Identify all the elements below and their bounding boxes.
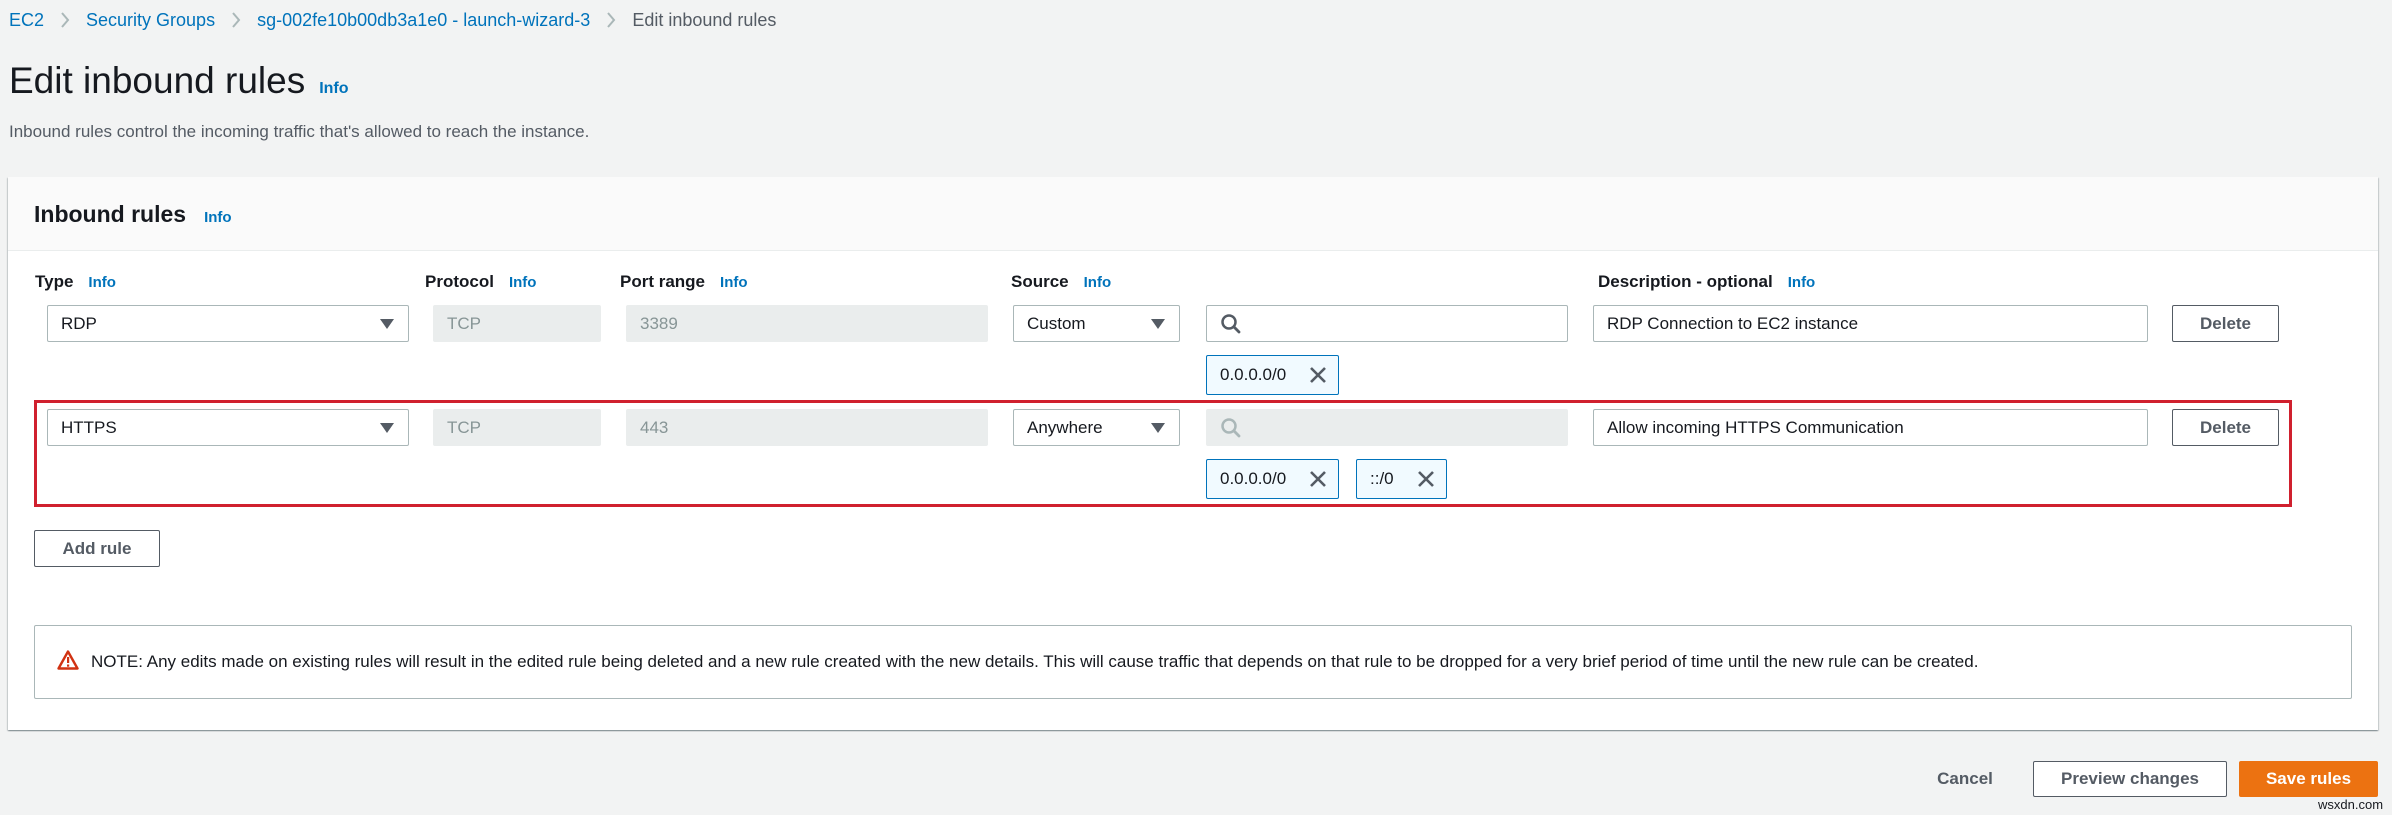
description-value: Allow incoming HTTPS Communication (1607, 417, 1904, 437)
protocol-value: TCP (447, 313, 481, 333)
description-input[interactable]: Allow incoming HTTPS Communication (1593, 409, 2148, 446)
column-source: Source Info (1011, 272, 1111, 292)
panel-title-group: Inbound rules Info (34, 201, 232, 228)
column-port-range-label: Port range (620, 272, 706, 291)
cidr-token: 0.0.0.0/0 (1206, 459, 1340, 499)
description-value: RDP Connection to EC2 instance (1607, 313, 1859, 333)
add-rule-button[interactable]: Add rule (34, 530, 160, 567)
warning-note-text: NOTE: Any edits made on existing rules w… (91, 652, 1979, 671)
description-input[interactable]: RDP Connection to EC2 instance (1593, 305, 2148, 342)
source-value: Anywhere (1027, 417, 1103, 437)
preview-changes-button[interactable]: Preview changes (2033, 761, 2227, 797)
page-title: Edit inbound rules (9, 60, 306, 101)
page-info-link[interactable]: Info (319, 80, 348, 98)
protocol-field: TCP (433, 409, 601, 446)
watermark: wsxdn.com (2318, 797, 2384, 812)
source-cidr-search-input[interactable] (1206, 305, 1568, 342)
panel-info-link[interactable]: Info (204, 209, 232, 226)
source-select[interactable]: Custom (1013, 305, 1180, 342)
warning-note: NOTE: Any edits made on existing rules w… (34, 625, 2352, 699)
chevron-right-icon (606, 11, 616, 29)
type-value: HTTPS (61, 417, 117, 437)
description-info-link[interactable]: Info (1788, 274, 1816, 291)
cidr-token-label: 0.0.0.0/0 (1220, 365, 1287, 384)
type-value: RDP (61, 313, 97, 333)
close-icon[interactable] (1308, 365, 1328, 385)
port-range-value: 3389 (640, 313, 678, 333)
breadcrumb-security-group[interactable]: sg-002fe10b00db3a1e0 - launch-wizard-3 (257, 10, 590, 31)
warning-icon (57, 649, 79, 675)
source-info-link[interactable]: Info (1084, 274, 1112, 291)
protocol-field: TCP (433, 305, 601, 342)
chevron-right-icon (60, 11, 70, 29)
close-icon[interactable] (1308, 469, 1328, 489)
port-range-field: 443 (626, 409, 988, 446)
page-header: Edit inbound rules Info (9, 60, 349, 102)
type-select[interactable]: RDP (47, 305, 409, 342)
column-type-label: Type (35, 272, 74, 291)
panel-title: Inbound rules (34, 201, 187, 227)
delete-rule-button[interactable]: Delete (2172, 305, 2279, 342)
type-info-link[interactable]: Info (88, 274, 116, 291)
breadcrumb-current: Edit inbound rules (632, 9, 777, 30)
panel-header: Inbound rules Info (8, 177, 2378, 251)
cidr-token-label: ::/0 (1370, 469, 1394, 488)
close-icon[interactable] (1416, 469, 1436, 489)
inbound-rules-panel: Inbound rules Info Type Info Protocol In… (8, 177, 2378, 730)
source-select[interactable]: Anywhere (1013, 409, 1180, 446)
column-description: Description - optional Info (1598, 272, 1815, 292)
delete-rule-button[interactable]: Delete (2172, 409, 2279, 446)
column-port-range: Port range Info (620, 272, 748, 292)
chevron-right-icon (231, 11, 241, 29)
cidr-token: 0.0.0.0/0 (1206, 355, 1340, 395)
column-description-label: Description - optional (1598, 272, 1773, 291)
caret-down-icon (380, 318, 394, 329)
caret-down-icon (1151, 422, 1165, 433)
caret-down-icon (1151, 318, 1165, 329)
column-source-label: Source (1011, 272, 1069, 291)
breadcrumb: EC2 Security Groups sg-002fe10b00db3a1e0… (9, 8, 776, 32)
cancel-button[interactable]: Cancel (1926, 761, 2004, 797)
save-rules-button[interactable]: Save rules (2239, 761, 2378, 797)
breadcrumb-security-groups[interactable]: Security Groups (86, 10, 215, 31)
port-range-value: 443 (640, 417, 669, 437)
protocol-info-link[interactable]: Info (509, 274, 537, 291)
port-range-info-link[interactable]: Info (720, 274, 748, 291)
cidr-token-label: 0.0.0.0/0 (1220, 469, 1287, 488)
column-type: Type Info (35, 272, 116, 292)
source-value: Custom (1027, 313, 1086, 333)
caret-down-icon (380, 422, 394, 433)
column-protocol-label: Protocol (425, 272, 494, 291)
breadcrumb-ec2[interactable]: EC2 (9, 10, 44, 31)
search-icon (1220, 313, 1242, 335)
page-description: Inbound rules control the incoming traff… (9, 122, 590, 141)
port-range-field: 3389 (626, 305, 988, 342)
protocol-value: TCP (447, 417, 481, 437)
cidr-token: ::/0 (1356, 459, 1447, 499)
source-cidr-search-input (1206, 409, 1568, 446)
column-protocol: Protocol Info (425, 272, 536, 292)
type-select[interactable]: HTTPS (47, 409, 409, 446)
search-icon (1220, 417, 1242, 439)
